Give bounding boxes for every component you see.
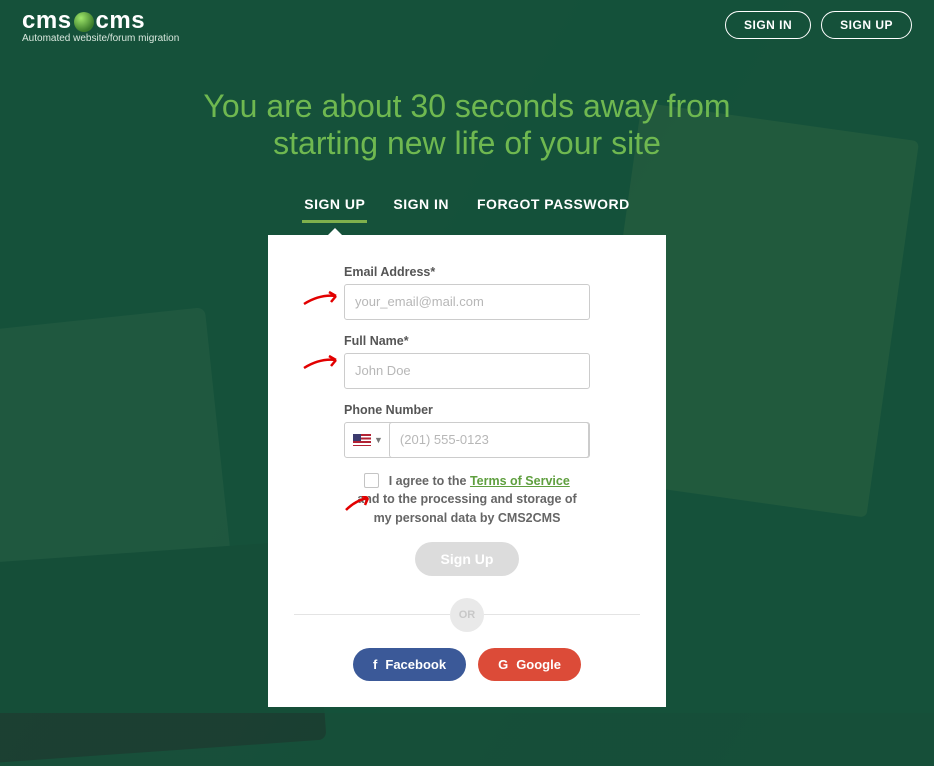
google-login-button[interactable]: G Google: [478, 648, 581, 681]
fullname-field-group: Full Name*: [344, 334, 590, 389]
tab-forgot-password[interactable]: FORGOT PASSWORD: [475, 192, 632, 223]
email-input[interactable]: [344, 284, 590, 320]
terms-checkbox[interactable]: [364, 473, 379, 488]
phone-label: Phone Number: [344, 403, 590, 417]
terms-link[interactable]: Terms of Service: [470, 474, 570, 488]
annotation-arrow-email: [302, 288, 342, 308]
phone-field-group: Phone Number ▼: [344, 403, 590, 458]
email-field-group: Email Address*: [344, 265, 590, 320]
email-label: Email Address*: [344, 265, 590, 279]
hero-line-2: starting new life of your site: [0, 125, 934, 162]
fullname-input[interactable]: [344, 353, 590, 389]
header-sign-up-button[interactable]: SIGN UP: [821, 11, 912, 39]
divider-line-right: [484, 614, 640, 615]
or-divider: OR: [294, 598, 640, 632]
hero-heading: You are about 30 seconds away from start…: [0, 88, 934, 162]
social-login-row: f Facebook G Google: [286, 648, 648, 681]
phone-input[interactable]: [389, 422, 589, 458]
brand-globe-icon: [74, 12, 94, 32]
google-icon: G: [498, 657, 508, 672]
facebook-icon: f: [373, 657, 377, 672]
terms-block: I agree to the Terms of Service and to t…: [347, 472, 587, 528]
annotation-arrow-checkbox: [344, 496, 374, 514]
terms-line-2: and to the processing and storage of: [357, 492, 576, 506]
submit-sign-up-button[interactable]: Sign Up: [415, 542, 520, 576]
google-label: Google: [516, 657, 561, 672]
brand-name-left: cms: [22, 7, 72, 35]
flag-us-icon: [353, 434, 371, 446]
brand-name-right: cms: [96, 7, 146, 35]
divider-or-label: OR: [450, 598, 484, 632]
facebook-label: Facebook: [385, 657, 446, 672]
header: cms cms Automated website/forum migratio…: [0, 0, 934, 50]
divider-line-left: [294, 614, 450, 615]
fullname-label: Full Name*: [344, 334, 590, 348]
tab-sign-up[interactable]: SIGN UP: [302, 192, 367, 223]
terms-prefix: I agree to the: [389, 474, 470, 488]
brand-logo: cms cms Automated website/forum migratio…: [22, 7, 179, 44]
hero-line-1: You are about 30 seconds away from: [0, 88, 934, 125]
tab-sign-in[interactable]: SIGN IN: [391, 192, 451, 223]
brand-tagline: Automated website/forum migration: [22, 33, 179, 44]
chevron-down-icon: ▼: [374, 435, 383, 445]
phone-country-selector[interactable]: ▼: [345, 434, 389, 446]
facebook-login-button[interactable]: f Facebook: [353, 648, 466, 681]
annotation-arrow-fullname: [302, 352, 342, 372]
terms-line-3: my personal data by CMS2CMS: [374, 511, 561, 525]
header-sign-in-button[interactable]: SIGN IN: [725, 11, 811, 39]
auth-tabs: SIGN UP SIGN IN FORGOT PASSWORD: [0, 192, 934, 223]
